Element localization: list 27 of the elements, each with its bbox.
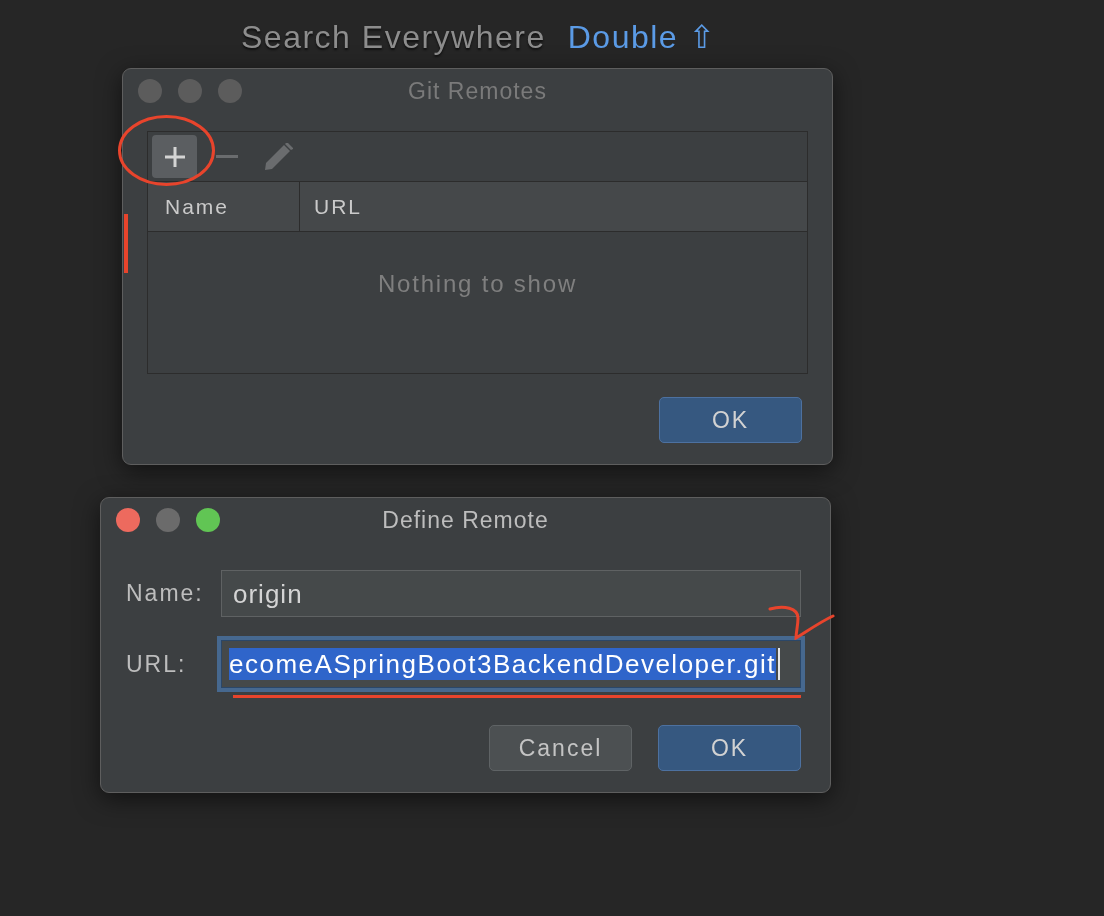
pencil-icon bbox=[264, 143, 293, 170]
field-value: ecomeASpringBoot3BackendDeveloper.git bbox=[229, 648, 776, 680]
cancel-button[interactable]: Cancel bbox=[489, 725, 632, 771]
minus-icon bbox=[215, 155, 238, 158]
minimize-button[interactable] bbox=[178, 79, 202, 103]
empty-table-message: Nothing to show bbox=[377, 270, 578, 298]
minimize-button[interactable] bbox=[156, 508, 180, 532]
field-label: Name: bbox=[126, 580, 205, 607]
shortcut-key: ⇧ bbox=[688, 18, 717, 56]
field-label: URL: bbox=[126, 650, 188, 678]
column-header[interactable]: URL bbox=[300, 182, 807, 231]
window-title: Git Remotes bbox=[408, 77, 547, 105]
shortcut-text: Double bbox=[567, 18, 679, 56]
ok-button[interactable]: OK bbox=[658, 725, 801, 771]
text-field[interactable]: origin bbox=[221, 570, 801, 617]
close-button[interactable] bbox=[138, 79, 162, 103]
column-header[interactable]: Name bbox=[148, 182, 300, 231]
hint-text: Search Everywhere bbox=[241, 18, 546, 56]
text-cursor bbox=[777, 648, 780, 680]
field-value: origin bbox=[233, 577, 303, 610]
window-title: Define Remote bbox=[382, 506, 549, 534]
close-button[interactable] bbox=[116, 508, 140, 532]
ok-button[interactable]: OK bbox=[659, 397, 802, 443]
text-field[interactable]: ecomeASpringBoot3BackendDeveloper.git bbox=[217, 636, 805, 692]
zoom-button[interactable] bbox=[196, 508, 220, 532]
add-button[interactable] bbox=[152, 135, 197, 178]
plus-icon bbox=[163, 145, 186, 168]
